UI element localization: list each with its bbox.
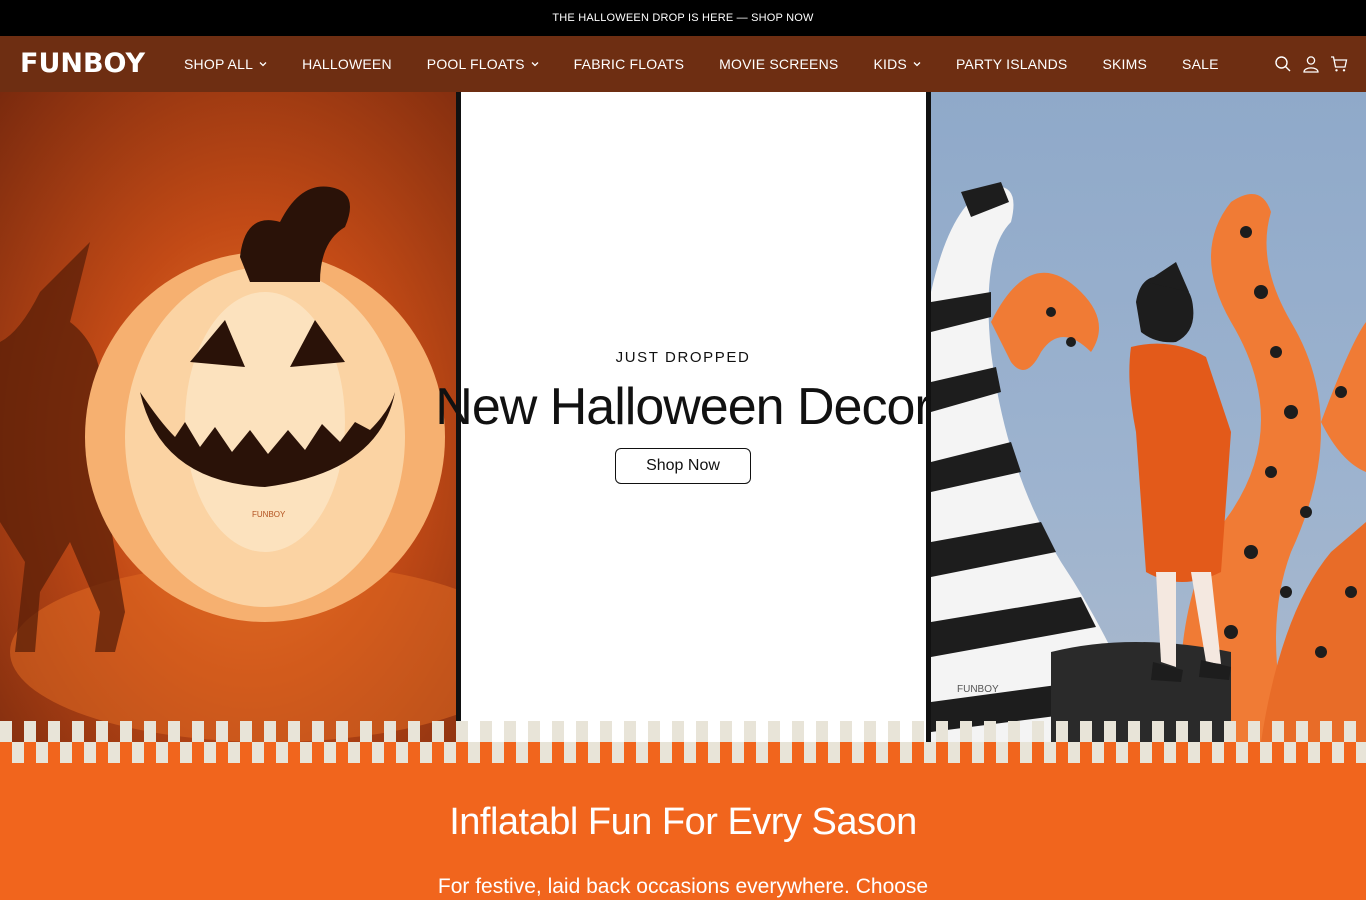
chevron-down-icon xyxy=(913,62,921,67)
nav-movie-screens[interactable]: MOVIE SCREENS xyxy=(719,56,838,72)
nav-halloween[interactable]: HALLOWEEN xyxy=(302,56,392,72)
shop-now-button[interactable]: Shop Now xyxy=(615,448,751,484)
nav-label: FABRIC FLOATS xyxy=(573,56,685,72)
nav-sale[interactable]: SALE xyxy=(1182,56,1219,72)
chevron-down-icon xyxy=(531,62,539,67)
season-title: Inflatabl Fun For Evry Sason xyxy=(449,801,917,843)
season-section: Inflatabl Fun For Evry Sason For festive… xyxy=(0,763,1366,900)
nav-label: PARTY ISLANDS xyxy=(955,56,1068,72)
nav-label: MOVIE SCREENS xyxy=(719,56,839,72)
nav-label: HALLOWEEN xyxy=(302,56,392,72)
header-icons xyxy=(1274,36,1348,92)
logo[interactable]: FUNBOY xyxy=(20,50,145,78)
pumpkin-brand-mark: FUNBOY xyxy=(252,510,286,519)
tentacle-brand-mark: FUNBOY xyxy=(957,684,999,695)
season-subtitle: For festive, laid back occasions everywh… xyxy=(437,875,929,898)
announcement-link[interactable]: THE HALLOWEEN DROP IS HERE — SHOP NOW xyxy=(552,12,813,24)
nav-pool-floats[interactable]: POOL FLOATS xyxy=(427,56,539,72)
cart-icon[interactable] xyxy=(1330,55,1348,73)
hero-banner: FUNBOY FUNBOY JUST DROPPED New Halloween… xyxy=(0,92,1366,742)
checker-band xyxy=(0,721,1366,763)
nav-label: POOL FLOATS xyxy=(426,56,525,72)
hero-eyebrow: JUST DROPPED xyxy=(615,349,751,366)
chevron-down-icon xyxy=(259,62,267,67)
nav-label: SKIMS xyxy=(1102,56,1148,72)
main-nav: SHOP ALL HALLOWEEN POOL FLOATS FABRIC FL… xyxy=(184,36,1254,92)
account-icon[interactable] xyxy=(1302,55,1320,73)
hero-title: New Halloween Decor xyxy=(435,378,931,436)
nav-shop-all[interactable]: SHOP ALL xyxy=(184,56,267,72)
nav-kids[interactable]: KIDS xyxy=(873,56,921,72)
nav-party-islands[interactable]: PARTY ISLANDS xyxy=(956,56,1068,72)
nav-fabric-floats[interactable]: FABRIC FLOATS xyxy=(574,56,684,72)
announcement-bar: THE HALLOWEEN DROP IS HERE — SHOP NOW xyxy=(0,0,1366,36)
nav-label: KIDS xyxy=(873,56,907,72)
nav-label: SHOP ALL xyxy=(184,56,254,72)
nav-skims[interactable]: SKIMS xyxy=(1102,56,1147,72)
search-icon[interactable] xyxy=(1274,55,1292,73)
nav-label: SALE xyxy=(1182,56,1219,72)
site-header: FUNBOY SHOP ALL HALLOWEEN POOL FLOATS FA… xyxy=(0,36,1366,92)
